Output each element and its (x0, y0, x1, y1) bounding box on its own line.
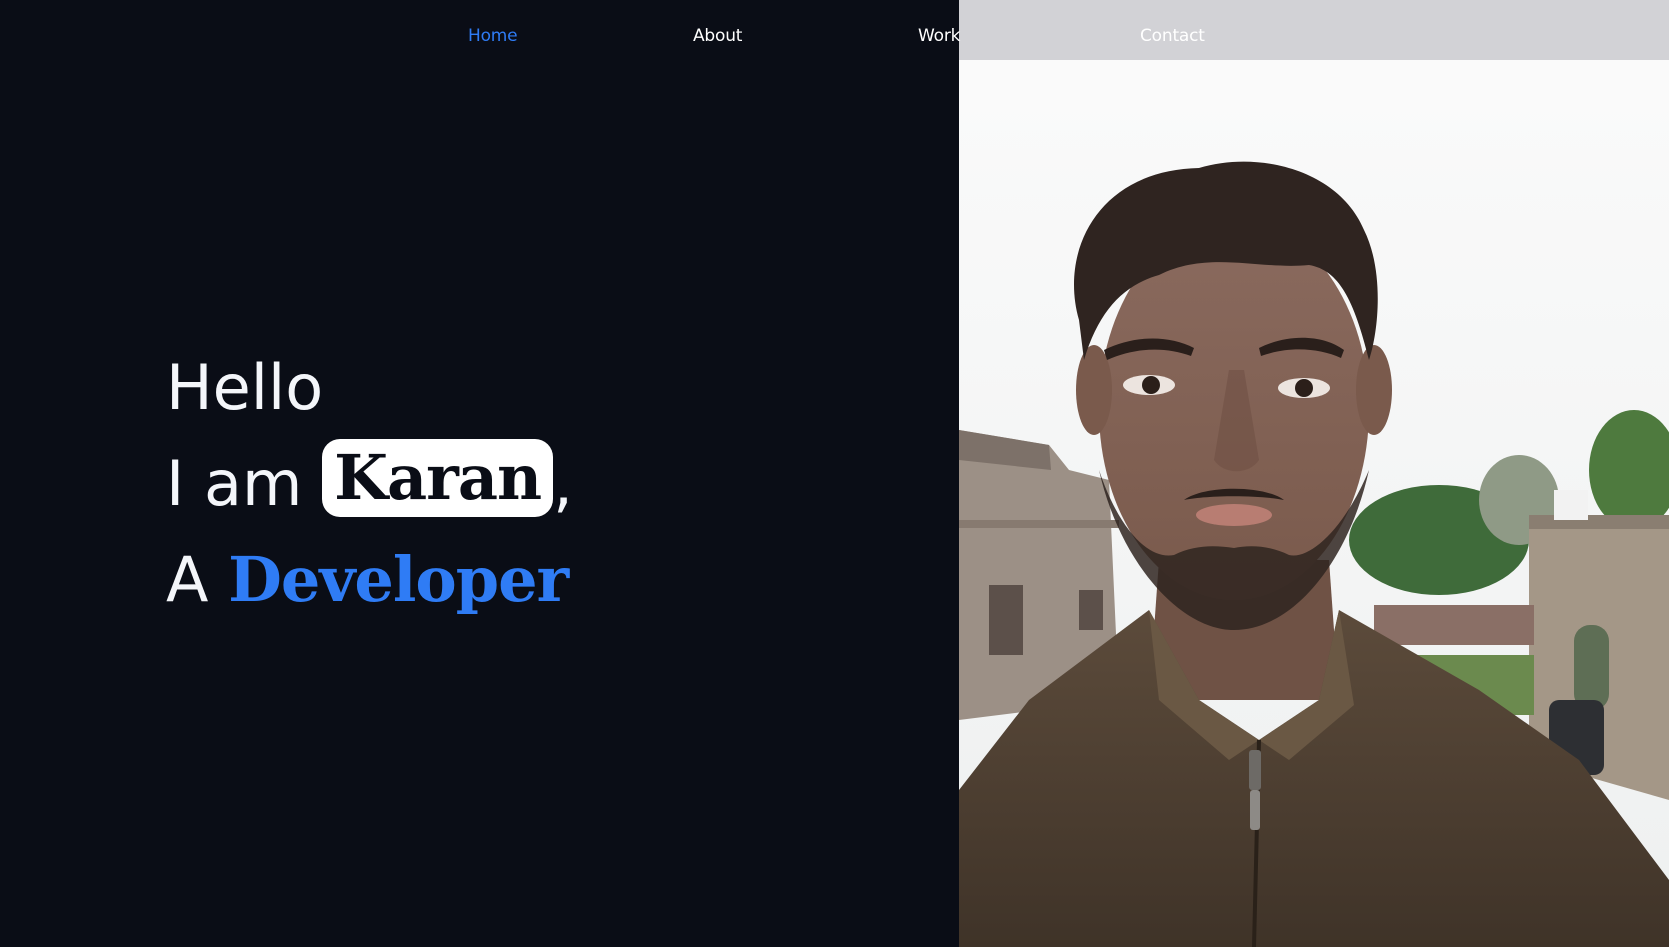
hero-intro-line: I am Karan, (166, 436, 573, 532)
nav-about-link[interactable]: About (693, 26, 742, 46)
profile-photo (959, 0, 1669, 947)
role-highlight: Developer (228, 543, 569, 616)
role-prefix: A (166, 543, 209, 616)
top-nav: Home About Work Contact (0, 0, 1669, 60)
name-highlight: Karan (322, 439, 554, 517)
nav-home-link[interactable]: Home (468, 26, 518, 46)
hero-intro: Hello I am Karan, A Developer (166, 340, 573, 628)
hero-role-line: A Developer (166, 532, 573, 628)
intro-suffix: , (553, 447, 573, 520)
intro-prefix: I am (166, 447, 303, 520)
hero-greeting: Hello (166, 351, 324, 424)
nav-work-link[interactable]: Work (918, 26, 960, 46)
nav-contact-link[interactable]: Contact (1140, 26, 1205, 46)
portrait-photo-icon (959, 0, 1669, 947)
